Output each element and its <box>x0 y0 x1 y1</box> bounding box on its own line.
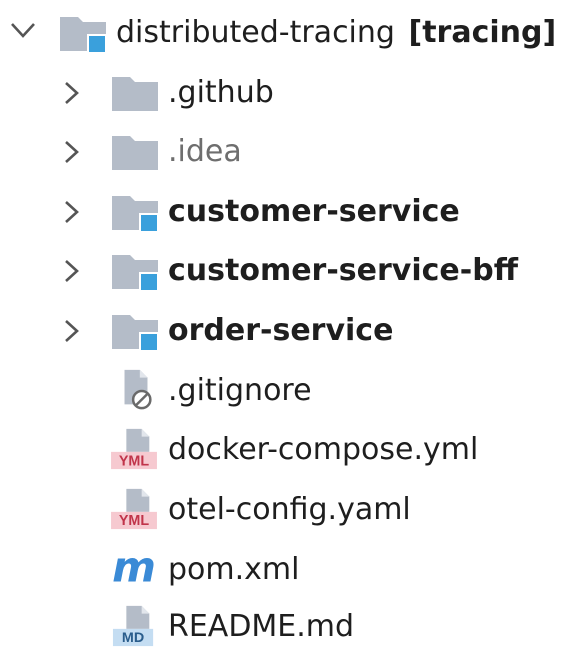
module-folder-icon <box>60 17 107 54</box>
md-badge-text: MD <box>122 630 144 646</box>
yaml-badge-text: YML <box>119 513 149 529</box>
tree-root-row[interactable]: distributed-tracing [tracing] <box>0 4 568 62</box>
tree-item-label: docker-compose.yml <box>168 432 479 467</box>
chevron-right-icon[interactable] <box>60 257 82 285</box>
yaml-badge-text: YML <box>119 453 149 469</box>
tree-root-label: distributed-tracing [tracing] <box>116 18 556 48</box>
tree-item-label: pom.xml <box>168 552 300 587</box>
folder-icon <box>112 77 158 111</box>
yaml-file-icon: YML <box>111 428 157 469</box>
chevron-right-icon[interactable] <box>60 79 82 107</box>
tree-item-label: order-service <box>168 313 394 348</box>
maven-icon: m <box>112 545 156 589</box>
tree-item-idea[interactable]: .idea <box>0 123 568 181</box>
chevron-right-icon[interactable] <box>60 138 82 166</box>
yaml-file-icon: YML <box>111 488 157 529</box>
ignored-file-icon <box>124 369 152 410</box>
module-tag: [tracing] <box>408 15 557 50</box>
tree-item-gitignore[interactable]: .gitignore <box>0 362 568 420</box>
root-name: distributed-tracing <box>116 15 395 50</box>
tree-item-readme[interactable]: MD README.md <box>0 598 568 656</box>
markdown-file-icon: MD <box>112 605 154 646</box>
project-tree: distributed-tracing [tracing] .github .i… <box>0 0 568 656</box>
tree-item-label: .github <box>168 75 274 110</box>
tree-item-pom[interactable]: m pom.xml <box>0 541 568 599</box>
module-folder-icon <box>112 196 159 233</box>
tree-item-github[interactable]: .github <box>0 64 568 122</box>
tree-item-label: otel-config.yaml <box>168 492 411 527</box>
chevron-right-icon[interactable] <box>60 198 82 226</box>
tree-item-label: customer-service-bff <box>168 253 518 288</box>
maven-badge-text: m <box>112 545 156 589</box>
tree-item-customer-service[interactable]: customer-service <box>0 183 568 241</box>
tree-item-label: customer-service <box>168 194 460 229</box>
module-folder-icon <box>112 315 159 352</box>
tree-item-docker-compose[interactable]: YML docker-compose.yml <box>0 421 568 479</box>
tree-item-customer-service-bff[interactable]: customer-service-bff <box>0 242 568 300</box>
chevron-down-icon[interactable] <box>8 17 38 43</box>
tree-item-order-service[interactable]: order-service <box>0 302 568 360</box>
module-folder-icon <box>112 255 159 292</box>
folder-icon <box>112 136 158 170</box>
chevron-right-icon[interactable] <box>60 317 82 345</box>
tree-item-otel-config[interactable]: YML otel-config.yaml <box>0 481 568 539</box>
tree-item-label: .gitignore <box>168 373 312 408</box>
tree-item-label: README.md <box>168 609 355 644</box>
tree-item-label: .idea <box>168 134 242 169</box>
